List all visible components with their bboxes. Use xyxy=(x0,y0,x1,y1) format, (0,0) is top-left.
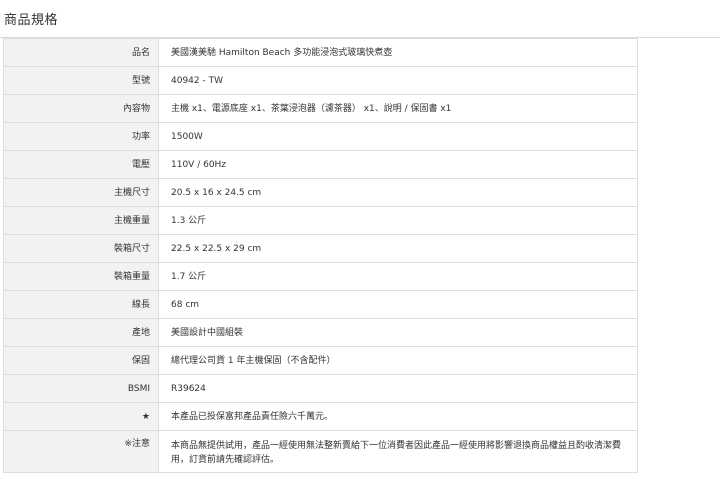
section-header: 商品規格 xyxy=(0,0,720,38)
spec-row-cord-length: 線長 68 cm xyxy=(3,290,638,319)
spec-value: 美國設計中國組裝 xyxy=(158,318,638,347)
spec-row-box-size: 裝箱尺寸 22.5 x 22.5 x 29 cm xyxy=(3,234,638,263)
spec-label: 保固 xyxy=(3,346,159,375)
spec-row-insurance: ★ 本產品已投保富邦產品責任險六千萬元。 xyxy=(3,402,638,431)
spec-label: 功率 xyxy=(3,122,159,151)
spec-row-power: 功率 1500W xyxy=(3,122,638,151)
spec-row-product-name: 品名 美國漢美馳 Hamilton Beach 多功能浸泡式玻璃快煮壺 xyxy=(3,38,638,67)
spec-value: 68 cm xyxy=(158,290,638,319)
spec-label: 品名 xyxy=(3,38,159,67)
spec-label: BSMI xyxy=(3,374,159,403)
spec-row-box-weight: 裝箱重量 1.7 公斤 xyxy=(3,262,638,291)
spec-value: 美國漢美馳 Hamilton Beach 多功能浸泡式玻璃快煮壺 xyxy=(158,38,638,67)
star-icon: ★ xyxy=(3,402,159,431)
spec-label: 電壓 xyxy=(3,150,159,179)
spec-label: 線長 xyxy=(3,290,159,319)
spec-value: 1.7 公斤 xyxy=(158,262,638,291)
spec-row-bsmi: BSMI R39624 xyxy=(3,374,638,403)
spec-value: 20.5 x 16 x 24.5 cm xyxy=(158,178,638,207)
spec-value: 22.5 x 22.5 x 29 cm xyxy=(158,234,638,263)
spec-table: 品名 美國漢美馳 Hamilton Beach 多功能浸泡式玻璃快煮壺 型號 4… xyxy=(3,38,638,473)
spec-row-model: 型號 40942 - TW xyxy=(3,66,638,95)
spec-value: 總代理公司貨 1 年主機保固（不含配件） xyxy=(158,346,638,375)
spec-value: 110V / 60Hz xyxy=(158,150,638,179)
spec-row-unit-weight: 主機重量 1.3 公斤 xyxy=(3,206,638,235)
spec-label: 主機尺寸 xyxy=(3,178,159,207)
spec-row-origin: 產地 美國設計中國組裝 xyxy=(3,318,638,347)
spec-label: 內容物 xyxy=(3,94,159,123)
spec-row-warranty: 保固 總代理公司貨 1 年主機保固（不含配件） xyxy=(3,346,638,375)
spec-label: 產地 xyxy=(3,318,159,347)
spec-label: 主機重量 xyxy=(3,206,159,235)
spec-label: 裝箱尺寸 xyxy=(3,234,159,263)
spec-label: 裝箱重量 xyxy=(3,262,159,291)
spec-row-contents: 內容物 主機 x1、電源底座 x1、茶葉浸泡器（濾茶器） x1、說明 / 保固書… xyxy=(3,94,638,123)
spec-label: ※注意 xyxy=(3,430,159,473)
spec-row-notice: ※注意 本商品無提供試用，產品一經使用無法整新賣給下一位消費者因此產品一經使用將… xyxy=(3,430,638,473)
spec-value: 1500W xyxy=(158,122,638,151)
spec-value: R39624 xyxy=(158,374,638,403)
spec-value: 本商品無提供試用，產品一經使用無法整新賣給下一位消費者因此產品一經使用將影響退換… xyxy=(158,430,638,473)
spec-row-unit-size: 主機尺寸 20.5 x 16 x 24.5 cm xyxy=(3,178,638,207)
spec-value: 本產品已投保富邦產品責任險六千萬元。 xyxy=(158,402,638,431)
spec-value: 1.3 公斤 xyxy=(158,206,638,235)
spec-value: 主機 x1、電源底座 x1、茶葉浸泡器（濾茶器） x1、說明 / 保固書 x1 xyxy=(158,94,638,123)
spec-row-voltage: 電壓 110V / 60Hz xyxy=(3,150,638,179)
spec-value: 40942 - TW xyxy=(158,66,638,95)
spec-label: 型號 xyxy=(3,66,159,95)
section-title: 商品規格 xyxy=(4,13,59,28)
